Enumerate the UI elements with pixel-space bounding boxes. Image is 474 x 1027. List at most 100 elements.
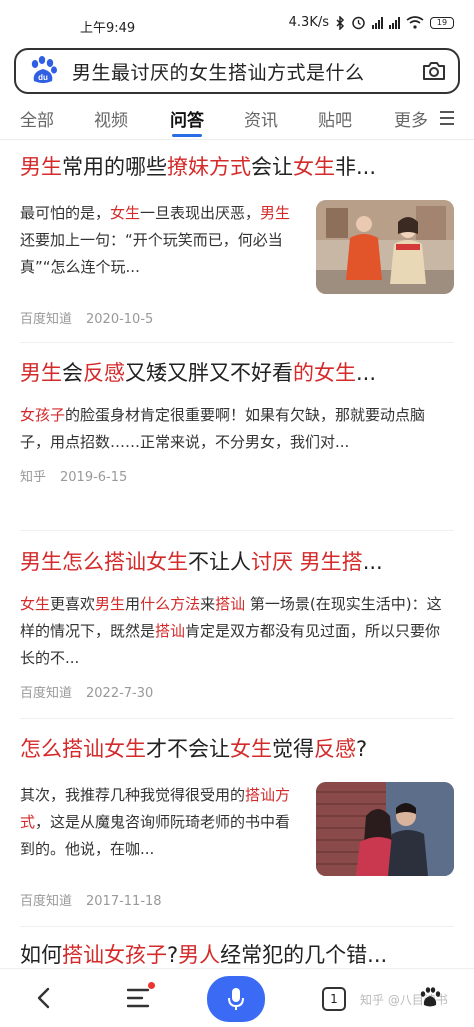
highlighted-keyword: 女生 xyxy=(20,595,51,613)
text-segment: ... xyxy=(362,550,383,574)
notification-dot xyxy=(148,982,155,989)
highlighted-keyword: 男生 xyxy=(260,204,291,222)
text-segment: 还要加上一句：“开个玩笑而已，何必当真”“怎么连个玩... xyxy=(20,231,283,276)
result-card[interactable]: 男生常用的哪些撩妹方式会让女生非... 最可怕的是，女生一旦表现出厌恶，男生还要… xyxy=(20,152,454,327)
highlighted-keyword: 女孩子 xyxy=(20,406,66,424)
divider xyxy=(0,139,474,140)
text-segment: 其次，我推荐几种我觉得很受用的 xyxy=(20,786,246,804)
alarm-icon xyxy=(352,16,365,30)
highlighted-keyword: 男生 xyxy=(20,361,62,385)
tab-news[interactable]: 资讯 xyxy=(244,106,278,131)
text-segment: 最可怕的是， xyxy=(20,204,111,222)
result-meta: 百度知道 2020-10-5 xyxy=(20,308,454,327)
signal-hd-icon xyxy=(389,16,400,29)
tab-count-button[interactable]: 1 xyxy=(322,987,346,1011)
voice-search-button[interactable] xyxy=(207,976,265,1022)
text-segment: ? xyxy=(167,943,179,967)
back-icon[interactable] xyxy=(34,986,54,1010)
result-title[interactable]: 男生会反感又矮又胖又不好看的女生... xyxy=(20,358,454,388)
bluetooth-icon xyxy=(336,15,345,30)
text-segment: 一旦表现出厌恶， xyxy=(140,204,261,222)
highlighted-keyword: 讨厌 男生搭 xyxy=(251,550,363,574)
result-source: 百度知道 xyxy=(20,894,73,909)
result-title[interactable]: 男生怎么搭讪女生不让人讨厌 男生搭... xyxy=(20,547,454,577)
tab-video[interactable]: 视频 xyxy=(94,106,128,131)
result-card[interactable]: 男生怎么搭讪女生不让人讨厌 男生搭... 女生更喜欢男生用什么方法来搭讪 第一场… xyxy=(20,547,454,701)
highlighted-keyword: 搭讪 xyxy=(215,595,246,613)
feed-menu-icon[interactable] xyxy=(126,986,152,1010)
highlighted-keyword: 女生 xyxy=(293,155,335,179)
text-segment: 如何 xyxy=(20,943,62,967)
highlighted-keyword: 反感 xyxy=(83,361,125,385)
text-segment: ，这是从魔鬼咨询师阮琦老师的书中看到的。他说，在咖... xyxy=(20,813,291,858)
search-input[interactable]: 男生最讨厌的女生搭讪方式是什么 xyxy=(72,58,418,85)
result-meta: 百度知道 2022-7-30 xyxy=(20,682,454,701)
text-segment: 会 xyxy=(62,361,83,385)
result-meta: 知乎 2019-6-15 xyxy=(20,466,454,485)
divider xyxy=(20,342,454,343)
highlighted-keyword: 反感 xyxy=(314,737,356,761)
highlighted-keyword: 搭讪 xyxy=(155,622,186,640)
text-segment: ? xyxy=(356,737,368,761)
signal-hd-icon xyxy=(372,16,383,29)
active-tab-indicator xyxy=(172,134,202,137)
microphone-icon xyxy=(228,988,244,1010)
highlighted-keyword: 撩妹方式 xyxy=(167,155,251,179)
divider xyxy=(20,530,454,531)
highlighted-keyword: 女生 xyxy=(110,204,141,222)
text-segment: 来 xyxy=(200,595,216,613)
text-segment: ... xyxy=(356,361,377,385)
result-title[interactable]: 如何搭讪女孩子?男人经常犯的几个错... xyxy=(20,940,454,970)
result-card[interactable]: 如何搭讪女孩子?男人经常犯的几个错... xyxy=(20,940,454,970)
divider xyxy=(20,926,454,927)
highlighted-keyword: 男生 xyxy=(20,155,62,179)
text-segment: 常用的哪些 xyxy=(62,155,167,179)
result-snippet: 最可怕的是，女生一旦表现出厌恶，男生还要加上一句：“开个玩笑而已，何必当真”“怎… xyxy=(20,200,298,294)
highlighted-keyword: 的女生 xyxy=(293,361,356,385)
result-title[interactable]: 怎么搭讪女生才不会让女生觉得反感? xyxy=(20,734,454,764)
baidu-paw-logo[interactable]: du xyxy=(26,54,60,88)
wifi-icon xyxy=(406,16,424,29)
highlighted-keyword: 怎么搭讪女生 xyxy=(20,737,146,761)
tab-more[interactable]: 更多 xyxy=(394,106,428,131)
text-segment: 觉得 xyxy=(272,737,314,761)
result-date: 2022-7-30 xyxy=(86,686,154,701)
camera-icon[interactable] xyxy=(418,55,450,87)
result-source: 百度知道 xyxy=(20,686,73,701)
highlighted-keyword: 男生 xyxy=(95,595,126,613)
text-segment: 又矮又胖又不好看 xyxy=(125,361,293,385)
result-snippet: 其次，我推荐几种我觉得很受用的搭讪方式，这是从魔鬼咨询师阮琦老师的书中看到的。他… xyxy=(20,782,298,876)
text-segment: 会让 xyxy=(251,155,293,179)
text-segment: 的脸蛋身材肯定很重要啊！如果有欠缺，那就要动点脑子，用点招数……正常来说，不分男… xyxy=(20,406,426,451)
tab-tieba[interactable]: 贴吧 xyxy=(318,106,352,131)
category-tabs: 全部 视频 问答 资讯 贴吧 更多 xyxy=(0,100,474,138)
result-thumbnail[interactable] xyxy=(316,782,454,876)
text-segment: 用 xyxy=(125,595,141,613)
divider xyxy=(20,718,454,719)
text-segment: 更喜欢 xyxy=(50,595,96,613)
text-segment: 非... xyxy=(335,155,377,179)
result-date: 2019-6-15 xyxy=(60,470,128,485)
menu-icon[interactable] xyxy=(440,111,454,125)
text-segment: 才不会让 xyxy=(146,737,230,761)
result-source: 知乎 xyxy=(20,470,47,485)
bottom-nav: 1 知乎 @八目读书 xyxy=(0,968,474,1027)
result-date: 2017-11-18 xyxy=(86,894,162,909)
result-title[interactable]: 男生常用的哪些撩妹方式会让女生非... xyxy=(20,152,454,182)
text-segment: 经常犯的几个错... xyxy=(220,943,388,967)
result-card[interactable]: 怎么搭讪女生才不会让女生觉得反感? 其次，我推荐几种我觉得很受用的搭讪方式，这是… xyxy=(20,734,454,909)
baidu-paw-icon[interactable] xyxy=(418,985,442,1009)
status-bar: 上午9:49 4.3K/s 19 xyxy=(0,0,474,40)
result-meta: 百度知道 2017-11-18 xyxy=(20,890,454,909)
result-thumbnail[interactable] xyxy=(316,200,454,294)
tab-all[interactable]: 全部 xyxy=(20,106,54,131)
result-card[interactable]: 男生会反感又矮又胖又不好看的女生... 女孩子的脸蛋身材肯定很重要啊！如果有欠缺… xyxy=(20,358,454,485)
tab-qa[interactable]: 问答 xyxy=(170,106,204,131)
highlighted-keyword: 女生 xyxy=(230,737,272,761)
result-snippet: 女孩子的脸蛋身材肯定很重要啊！如果有欠缺，那就要动点脑子，用点招数……正常来说，… xyxy=(20,402,454,456)
highlighted-keyword: 男生怎么搭讪女生 xyxy=(20,550,188,574)
search-box[interactable]: du 男生最讨厌的女生搭讪方式是什么 xyxy=(14,48,460,94)
battery-icon: 19 xyxy=(430,16,454,29)
highlighted-keyword: 什么方法 xyxy=(140,595,201,613)
status-icons: 4.3K/s 19 xyxy=(289,15,454,30)
